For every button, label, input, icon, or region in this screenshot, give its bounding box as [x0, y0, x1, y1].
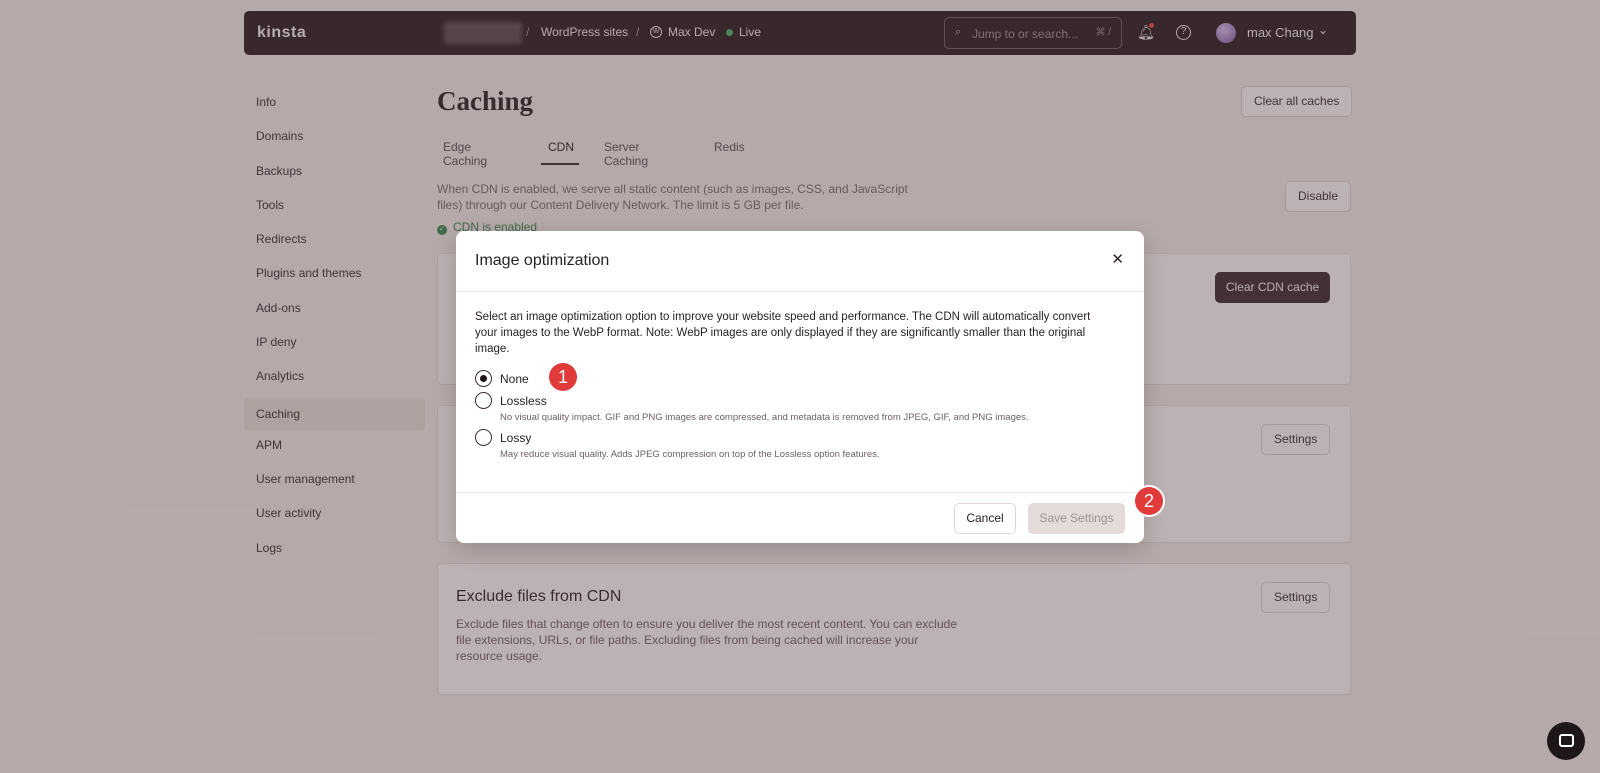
- radio-lossy[interactable]: [475, 429, 492, 446]
- modal-header-divider: [456, 291, 1144, 292]
- option-lossy-label[interactable]: Lossy: [500, 431, 531, 445]
- image-optimization-modal: Image optimization ✕ Select an image opt…: [456, 231, 1163, 543]
- radio-lossless[interactable]: [475, 392, 492, 409]
- cancel-button[interactable]: Cancel: [954, 503, 1016, 534]
- radio-none[interactable]: [475, 370, 492, 387]
- save-settings-button[interactable]: Save Settings: [1028, 503, 1125, 534]
- modal-intro-text: Select an image optimization option to i…: [475, 311, 1091, 355]
- modal-title: Image optimization: [475, 252, 610, 269]
- option-none-label[interactable]: None: [500, 372, 529, 386]
- option-lossless-description: No visual quality impact. GIF and PNG im…: [500, 412, 1029, 423]
- close-icon[interactable]: ✕: [1111, 250, 1124, 268]
- option-lossy-description: May reduce visual quality. Adds JPEG com…: [500, 449, 880, 460]
- modal-footer-divider: [456, 492, 1144, 493]
- chat-support-icon[interactable]: [1547, 722, 1585, 760]
- option-lossless-label[interactable]: Lossless: [500, 394, 547, 408]
- step-marker-1: 1: [549, 363, 577, 391]
- step-marker-2: 2: [1135, 487, 1163, 515]
